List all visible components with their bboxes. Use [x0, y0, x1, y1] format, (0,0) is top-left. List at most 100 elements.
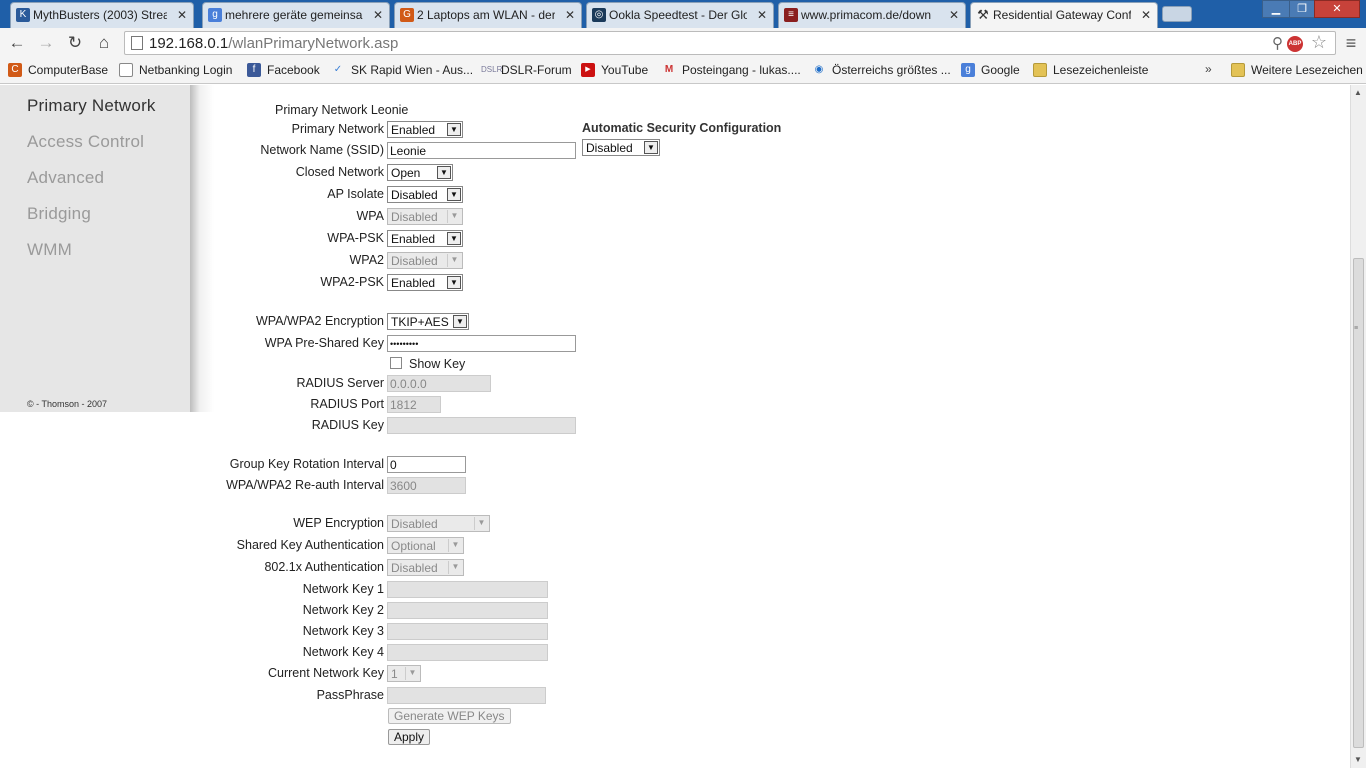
dot1x-auth-label: 802.1x Authentication	[264, 560, 384, 574]
primary-network-select[interactable]: Enabled ▼	[387, 121, 463, 138]
tab-1[interactable]: K MythBusters (2003) Stream ✕	[10, 2, 194, 28]
bookmark-star-icon[interactable]: ☆	[1311, 32, 1327, 53]
auto-security-title: Automatic Security Configuration	[582, 121, 782, 135]
search-icon[interactable]: ⚲	[1272, 34, 1283, 52]
wpa2-psk-select[interactable]: Enabled ▼	[387, 274, 463, 291]
scroll-down-icon[interactable]: ▼	[1354, 755, 1362, 764]
select-value: Optional	[391, 539, 436, 553]
ssid-input[interactable]: Leonie	[387, 142, 576, 159]
bookmark-label: Google	[981, 63, 1020, 77]
select-value: Enabled	[391, 123, 436, 137]
encryption-label: WPA/WPA2 Encryption	[255, 314, 384, 328]
tab-title: MythBusters (2003) Stream	[33, 8, 167, 22]
network-key-2-label: Network Key 2	[302, 603, 384, 617]
maximize-button[interactable]: ❐	[1289, 0, 1315, 18]
scroll-up-icon[interactable]: ▲	[1354, 88, 1362, 97]
current-key-select[interactable]: 1 ▼	[387, 665, 421, 682]
chevron-down-icon: ▼	[437, 166, 451, 179]
select-value: TKIP+AES	[391, 315, 449, 329]
bookmark-oesterreich[interactable]: ◉ Österreichs größtes ...	[812, 63, 951, 77]
radius-key-input[interactable]	[387, 417, 576, 434]
facebook-icon: f	[247, 63, 261, 77]
group-key-interval-input[interactable]: 0	[387, 456, 466, 473]
tab-5[interactable]: ≡ www.primacom.de/down ✕	[778, 2, 966, 28]
close-icon[interactable]: ✕	[373, 8, 383, 22]
shared-key-auth-select[interactable]: Optional ▼	[387, 537, 464, 554]
tab-2[interactable]: g mehrere geräte gemeinsam ✕	[202, 2, 390, 28]
close-icon[interactable]: ✕	[949, 8, 959, 22]
bookmark-folder-other[interactable]: Weitere Lesezeichen	[1231, 63, 1363, 77]
ap-isolate-select[interactable]: Disabled ▼	[387, 186, 463, 203]
network-key-4-input[interactable]	[387, 644, 548, 661]
select-value: Open	[391, 166, 421, 180]
bookmark-youtube[interactable]: ▶ YouTube	[581, 63, 648, 77]
bookmark-rapid[interactable]: ✓ SK Rapid Wien - Aus...	[331, 63, 473, 77]
wep-encryption-label: WEP Encryption	[293, 516, 384, 530]
sidebar-item-wmm[interactable]: WMM	[27, 240, 72, 260]
address-bar[interactable]: 192.168.0.1/wlanPrimaryNetwork.asp ⚲ ABP…	[124, 31, 1336, 55]
chevron-down-icon: ▼	[644, 141, 658, 154]
bookmarks-overflow-button[interactable]: »	[1205, 62, 1212, 76]
bookmark-netbanking[interactable]: Netbanking Login	[119, 63, 232, 77]
k-icon: K	[16, 8, 30, 22]
sidebar-item-advanced[interactable]: Advanced	[27, 168, 104, 188]
network-key-2-input[interactable]	[387, 602, 548, 619]
minimize-button[interactable]: ▁	[1262, 0, 1290, 18]
bookmark-dslr[interactable]: DSLR DSLR-Forum	[481, 63, 572, 77]
tab-6-active[interactable]: ⚒ Residential Gateway Confi ✕	[970, 2, 1158, 29]
psk-input[interactable]: •••••••••	[387, 335, 576, 352]
network-key-3-input[interactable]	[387, 623, 548, 640]
chevron-down-icon: ▼	[447, 188, 461, 201]
sidebar-item-access-control[interactable]: Access Control	[27, 132, 144, 152]
bookmark-folder-lesezeichenleiste[interactable]: Lesezeichenleiste	[1033, 63, 1148, 77]
menu-icon[interactable]: ≡	[1342, 33, 1360, 53]
wpa2-label: WPA2	[349, 253, 385, 267]
select-value: Disabled	[391, 561, 438, 575]
url-path: /wlanPrimaryNetwork.asp	[228, 35, 399, 52]
wpa-psk-select[interactable]: Enabled ▼	[387, 230, 463, 247]
network-key-1-input[interactable]	[387, 581, 548, 598]
tab-3[interactable]: G 2 Laptops am WLAN - der ✕	[394, 2, 582, 28]
url-text[interactable]: 192.168.0.1/wlanPrimaryNetwork.asp	[149, 35, 398, 52]
closed-network-select[interactable]: Open ▼	[387, 164, 453, 181]
back-arrow-icon[interactable]: ←	[6, 32, 28, 54]
tab-4[interactable]: ◎ Ookla Speedtest - Der Glo ✕	[586, 2, 774, 28]
encryption-select[interactable]: TKIP+AES ▼	[387, 313, 469, 330]
close-icon[interactable]: ✕	[1141, 8, 1151, 22]
radius-server-input[interactable]: 0.0.0.0	[387, 375, 491, 392]
auto-security-select[interactable]: Disabled ▼	[582, 139, 660, 156]
sidebar-item-primary-network[interactable]: Primary Network	[27, 96, 156, 116]
close-icon[interactable]: ✕	[757, 8, 767, 22]
reauth-interval-input[interactable]: 3600	[387, 477, 466, 494]
bookmark-facebook[interactable]: f Facebook	[247, 63, 320, 77]
chevron-down-icon: ▼	[448, 561, 462, 574]
ookla-icon: ◎	[592, 8, 606, 22]
close-icon[interactable]: ✕	[565, 8, 575, 22]
radius-port-input[interactable]: 1812	[387, 396, 441, 413]
home-icon[interactable]: ⌂	[93, 32, 115, 54]
forward-arrow-icon[interactable]: →	[35, 32, 57, 54]
dot1x-auth-select[interactable]: Disabled ▼	[387, 559, 464, 576]
reload-icon[interactable]: ↻	[64, 32, 86, 54]
passphrase-input[interactable]	[387, 687, 546, 704]
bookmark-label: Facebook	[267, 63, 320, 77]
generate-wep-keys-button[interactable]: Generate WEP Keys	[388, 708, 511, 724]
bookmark-google[interactable]: g Google	[961, 63, 1020, 77]
vertical-scrollbar[interactable]: ▲ ≡ ▼	[1350, 85, 1366, 768]
tab-title: Residential Gateway Confi	[993, 8, 1131, 22]
wpa2-select[interactable]: Disabled ▼	[387, 252, 463, 269]
wpa-select[interactable]: Disabled ▼	[387, 208, 463, 225]
bookmark-gmail[interactable]: M Posteingang - lukas....	[662, 63, 801, 77]
close-window-button[interactable]: ✕	[1314, 0, 1360, 18]
shared-key-auth-label: Shared Key Authentication	[236, 538, 384, 552]
wep-encryption-select[interactable]: Disabled ▼	[387, 515, 490, 532]
show-key-checkbox[interactable]	[390, 357, 402, 369]
close-icon[interactable]: ✕	[177, 8, 187, 22]
new-tab-button[interactable]	[1162, 6, 1192, 22]
apply-button[interactable]: Apply	[388, 729, 431, 745]
adblock-icon[interactable]: ABP	[1287, 36, 1303, 52]
gmail-icon: M	[664, 64, 674, 75]
sidebar-item-bridging[interactable]: Bridging	[27, 204, 91, 224]
passphrase-label: PassPhrase	[316, 688, 384, 702]
bookmark-computerbase[interactable]: C ComputerBase	[8, 63, 108, 77]
